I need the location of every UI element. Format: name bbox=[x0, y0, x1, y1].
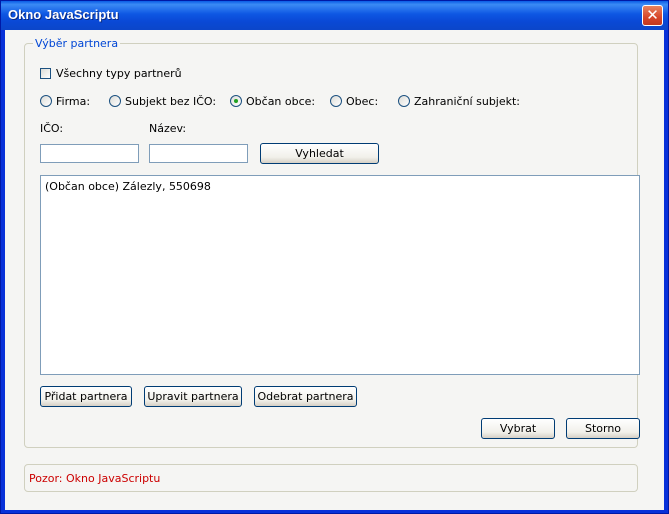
group-legend: Výběr partnera bbox=[33, 37, 121, 50]
all-types-label[interactable]: Všechny typy partnerů bbox=[56, 67, 182, 80]
ico-input[interactable] bbox=[40, 144, 139, 163]
radio-subjekt-bez-ico[interactable] bbox=[109, 95, 121, 107]
ico-label: IČO: bbox=[40, 122, 64, 135]
results-list[interactable]: (Občan obce) Zálezly, 550698 bbox=[40, 175, 640, 375]
radio-obec[interactable] bbox=[330, 95, 342, 107]
dialog-body: Výběr partnera Všechny typy partnerů Fir… bbox=[5, 30, 664, 510]
partner-selection-group: Výběr partnera Všechny typy partnerů Fir… bbox=[24, 37, 640, 448]
name-label: Název: bbox=[149, 122, 187, 135]
remove-partner-button[interactable]: Odebrat partnera bbox=[254, 386, 357, 407]
select-button[interactable]: Vybrat bbox=[481, 418, 555, 439]
edit-partner-button[interactable]: Upravit partnera bbox=[144, 386, 242, 407]
add-partner-button[interactable]: Přidat partnera bbox=[40, 386, 132, 407]
status-panel: Pozor: Okno JavaScriptu bbox=[24, 464, 638, 492]
dialog-window: Okno JavaScriptu ✕ Výběr partnera Všechn… bbox=[0, 0, 669, 514]
search-button[interactable]: Vyhledat bbox=[260, 143, 379, 164]
radio-firma-label[interactable]: Firma: bbox=[56, 95, 90, 108]
radio-obec-label[interactable]: Obec: bbox=[346, 95, 378, 108]
name-input[interactable] bbox=[149, 144, 248, 163]
title-bar[interactable]: Okno JavaScriptu ✕ bbox=[1, 1, 668, 30]
status-text: Pozor: Okno JavaScriptu bbox=[29, 472, 161, 485]
radio-zahranicni-subjekt[interactable] bbox=[398, 95, 410, 107]
radio-obcan-obce[interactable] bbox=[230, 95, 242, 107]
radio-subjekt-bez-ico-label[interactable]: Subjekt bez IČO: bbox=[125, 95, 216, 108]
radio-obcan-obce-label[interactable]: Občan obce: bbox=[246, 95, 315, 108]
radio-zahranicni-subjekt-label[interactable]: Zahraniční subjekt: bbox=[414, 95, 520, 108]
all-types-checkbox[interactable] bbox=[40, 68, 51, 79]
radio-firma[interactable] bbox=[40, 95, 52, 107]
close-icon[interactable]: ✕ bbox=[642, 5, 663, 26]
window-title: Okno JavaScriptu bbox=[8, 7, 119, 22]
cancel-button[interactable]: Storno bbox=[566, 418, 640, 439]
list-item[interactable]: (Občan obce) Zálezly, 550698 bbox=[45, 180, 211, 193]
